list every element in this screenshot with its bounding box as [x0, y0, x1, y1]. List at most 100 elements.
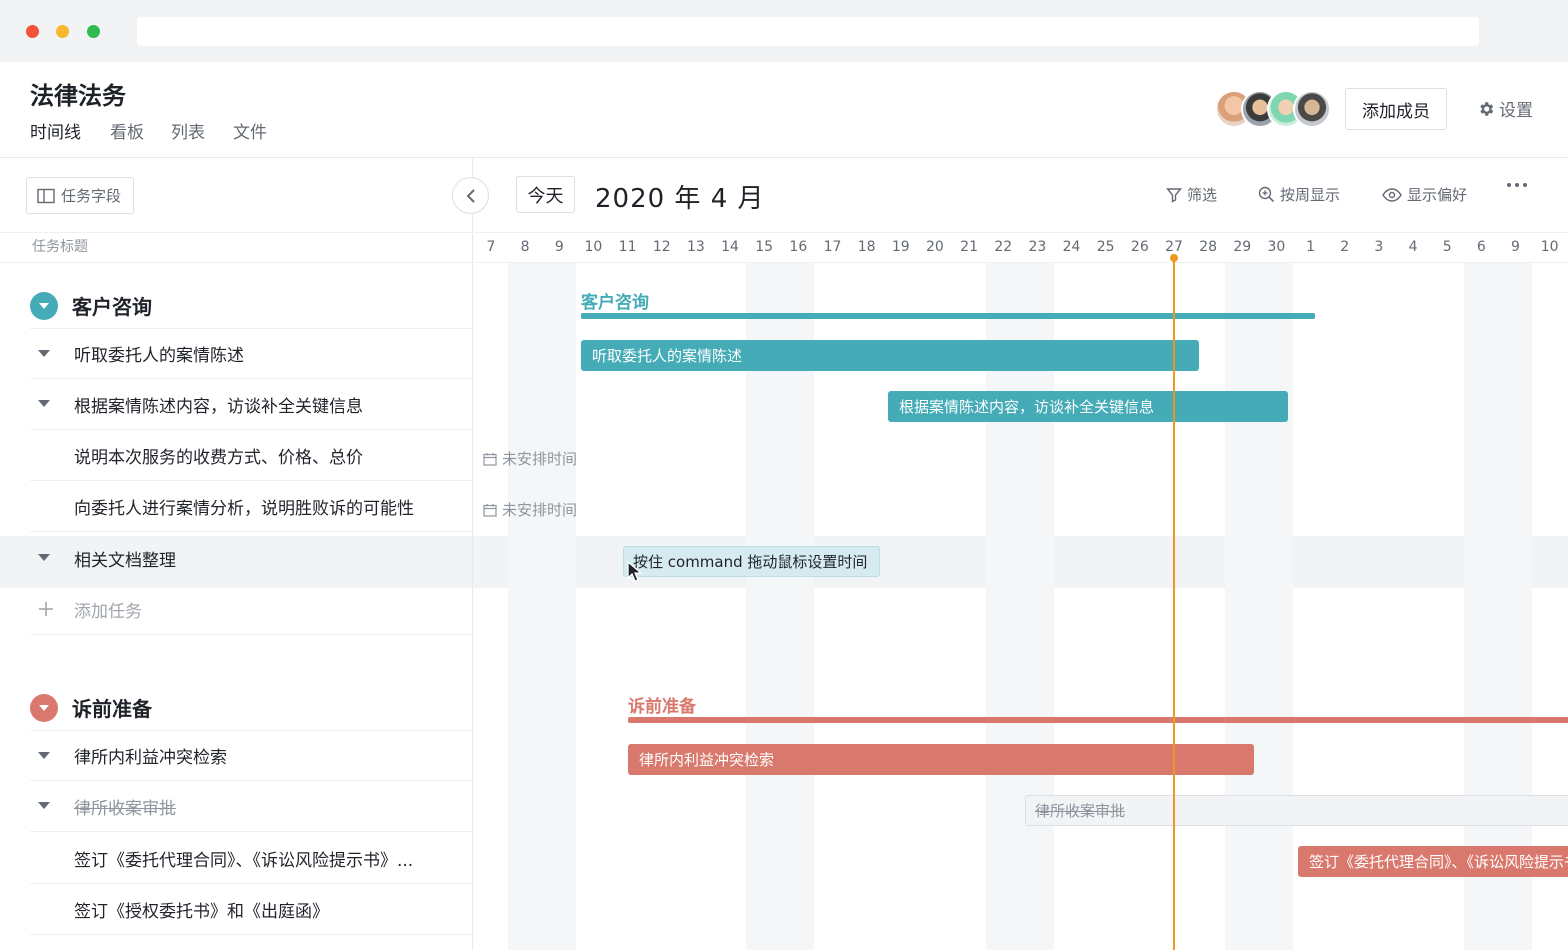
task-row[interactable]: 向委托人进行案情分析，说明胜败诉的可能性: [30, 481, 472, 532]
day-label: 1: [1306, 239, 1316, 255]
caret-down-icon: [39, 704, 49, 711]
day-label: 30: [1267, 239, 1286, 255]
app-content: 法律法务 时间线 看板 列表 文件 添加成员 设置 任务字段 任务标题 客户咨询…: [0, 62, 1568, 950]
collapse-panel-button[interactable]: [452, 177, 489, 214]
week-view-button[interactable]: 按周显示: [1258, 184, 1340, 205]
tab-files[interactable]: 文件: [233, 118, 267, 143]
caret-down-icon[interactable]: [30, 751, 74, 760]
day-label: 28: [1199, 239, 1218, 255]
calendar-icon: [483, 503, 497, 517]
close-window-button[interactable]: [26, 25, 39, 38]
day-label: 29: [1233, 239, 1252, 255]
task-bar-label: 律所收案审批: [1035, 802, 1126, 820]
column-header-task-title: 任务标题: [0, 232, 473, 263]
today-marker-dot: [1170, 254, 1178, 262]
browser-titlebar: [0, 0, 1568, 62]
caret-down-icon[interactable]: [30, 802, 74, 810]
add-task-label: 添加任务: [74, 601, 142, 622]
day-label: 12: [652, 239, 671, 255]
task-title: 听取委托人的案情陈述: [74, 346, 244, 366]
chevron-left-icon: [466, 188, 475, 203]
task-row[interactable]: 签订《授权委托书》和《出庭函》: [30, 884, 472, 935]
group-header-consult[interactable]: 客户咨询: [30, 291, 152, 320]
task-row[interactable]: 听取委托人的案情陈述: [30, 328, 472, 379]
day-label: 6: [1476, 239, 1486, 255]
plus-icon: [30, 601, 74, 617]
task-bar[interactable]: 根据案情陈述内容，访谈补全关键信息: [888, 391, 1288, 422]
task-bar[interactable]: 律所内利益冲突检索: [628, 744, 1254, 775]
day-label: 27: [1165, 239, 1183, 255]
today-button[interactable]: 今天: [516, 176, 575, 213]
day-label: 7: [486, 239, 496, 255]
add-task-row[interactable]: 添加任务: [30, 584, 472, 635]
app-window: 法律法务 时间线 看板 列表 文件 添加成员 设置 任务字段 任务标题 客户咨询…: [0, 0, 1568, 950]
task-row[interactable]: 说明本次服务的收费方式、价格、总价: [30, 430, 472, 481]
task-row[interactable]: 签订《委托代理合同》、《诉讼风险提示书》...: [30, 833, 472, 884]
project-header: 法律法务 时间线 看板 列表 文件 添加成员 设置: [0, 62, 1568, 158]
day-label: 20: [926, 239, 944, 255]
group-collapse-toggle[interactable]: [30, 693, 58, 722]
calendar-icon: [483, 452, 497, 466]
day-label: 13: [686, 239, 705, 255]
gear-icon: [1480, 101, 1494, 116]
day-label: 16: [789, 239, 808, 255]
group-title: 诉前准备: [72, 697, 152, 721]
task-row[interactable]: 律所内利益冲突检索: [30, 730, 472, 781]
group-span-bar[interactable]: [581, 313, 1315, 319]
caret-down-icon[interactable]: [30, 349, 74, 358]
unscheduled-label: 未安排时间: [502, 501, 578, 519]
task-title: 向委托人进行案情分析，说明胜败诉的可能性: [74, 498, 414, 519]
avatar[interactable]: [1293, 90, 1331, 128]
group-span-bar[interactable]: [628, 717, 1568, 723]
task-title-completed: 律所收案审批: [74, 798, 176, 819]
task-title: 相关文档整理: [74, 550, 176, 571]
unscheduled-marker[interactable]: 未安排时间: [483, 448, 577, 469]
day-label: 18: [857, 239, 876, 255]
task-row[interactable]: 根据案情陈述内容，访谈补全关键信息: [30, 379, 472, 430]
day-label: 9: [1511, 239, 1520, 255]
task-row[interactable]: 律所收案审批: [30, 781, 472, 832]
columns-icon: [37, 188, 55, 203]
task-row[interactable]: 相关文档整理: [30, 533, 472, 584]
display-preferences-button[interactable]: 显示偏好: [1382, 184, 1467, 205]
timeline-group-label: 客户咨询: [581, 293, 649, 313]
tab-timeline[interactable]: 时间线: [30, 118, 81, 143]
day-label: 2: [1340, 239, 1350, 255]
group-collapse-toggle[interactable]: [30, 291, 58, 320]
task-bar-completed[interactable]: 律所收案审批: [1025, 795, 1568, 826]
address-bar[interactable]: [137, 17, 1479, 46]
maximize-window-button[interactable]: [87, 25, 100, 38]
unscheduled-marker[interactable]: 未安排时间: [483, 499, 577, 520]
tab-list[interactable]: 列表: [171, 118, 205, 143]
add-member-button[interactable]: 添加成员: [1345, 88, 1447, 130]
day-label: 9: [554, 239, 564, 255]
timeline-panel: 今天 2020 年 4 月 筛选 按周显示 显示偏好 7 8 9 10 11 1…: [474, 158, 1568, 950]
month-label: 2020 年 4 月: [595, 184, 765, 214]
task-title: 根据案情陈述内容，访谈补全关键信息: [74, 396, 363, 417]
weekend-column: [1225, 263, 1293, 950]
more-horizontal-icon: [1507, 183, 1527, 187]
more-button[interactable]: [1506, 182, 1528, 188]
minimize-window-button[interactable]: [56, 25, 69, 38]
day-label: 10: [1540, 239, 1559, 255]
day-label: 14: [721, 239, 739, 255]
tab-board[interactable]: 看板: [110, 118, 144, 143]
task-title: 签订《委托代理合同》、《诉讼风险提示书》...: [74, 850, 414, 871]
settings-button[interactable]: 设置: [1477, 96, 1533, 121]
day-label: 3: [1374, 239, 1384, 255]
filter-button[interactable]: 筛选: [1166, 184, 1217, 205]
day-label: 19: [891, 239, 910, 255]
day-label: 11: [618, 239, 637, 255]
task-list-panel: 任务字段 任务标题 客户咨询 听取委托人的案情陈述 根据案情陈述内容，访谈补全关…: [0, 158, 489, 950]
caret-down-icon: [39, 302, 49, 309]
caret-down-icon[interactable]: [30, 554, 74, 562]
task-fields-button[interactable]: 任务字段: [26, 177, 134, 214]
task-bar[interactable]: 签订《委托代理合同》、《诉讼风险提示书》: [1298, 846, 1568, 877]
group-header-prelitigation[interactable]: 诉前准备: [30, 693, 152, 722]
filter-label: 筛选: [1187, 186, 1218, 204]
caret-down-icon[interactable]: [30, 400, 74, 408]
task-bar[interactable]: 听取委托人的案情陈述: [581, 340, 1199, 371]
group-title: 客户咨询: [72, 295, 152, 319]
day-label: 10: [584, 239, 603, 255]
task-title: 说明本次服务的收费方式、价格、总价: [74, 447, 363, 468]
